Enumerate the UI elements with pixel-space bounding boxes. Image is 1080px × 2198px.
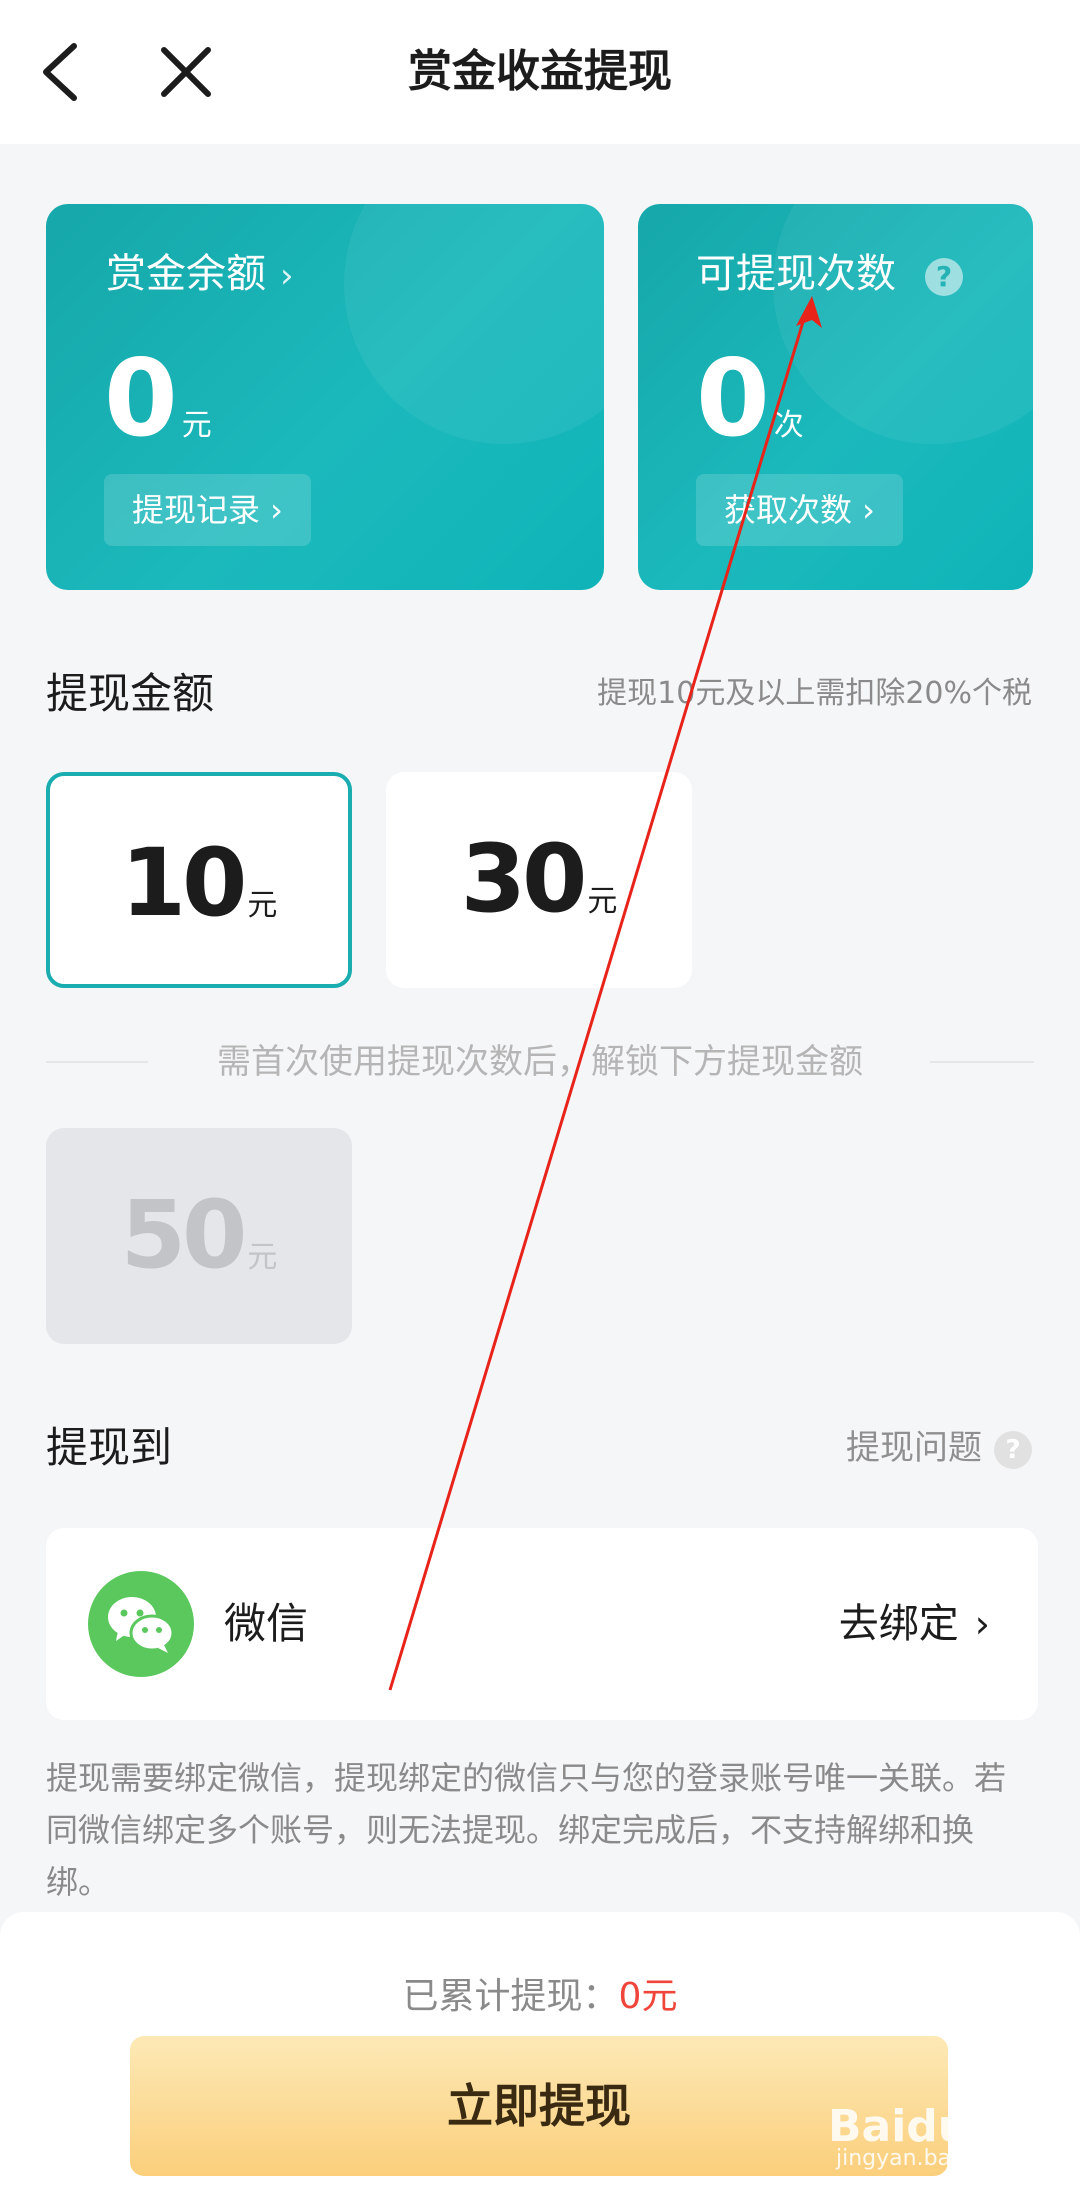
chevron-right-icon: ›	[280, 256, 294, 296]
bounty-balance-card[interactable]: 赏金余额 › 0元 提现记录 ›	[46, 204, 604, 590]
withdraw-record-button[interactable]: 提现记录 ›	[104, 474, 311, 546]
amount-value: 30 元	[460, 825, 618, 934]
bind-notice: 提现需要绑定微信，提现绑定的微信只与您的登录账号唯一关联。若同微信绑定多个账号，…	[46, 1759, 1007, 1901]
total-label: 已累计提现：	[402, 1976, 619, 2017]
balance-title: 赏金余额 ›	[106, 244, 294, 306]
times-unit: 次	[773, 408, 804, 443]
amount-option-10[interactable]: 10 元	[46, 772, 352, 988]
help-question-icon: ?	[994, 1430, 1032, 1469]
tax-note: 提现10元及以上需扣除20%个税	[597, 676, 1032, 711]
top-bar: 赏金收益提现	[0, 0, 1080, 144]
page-title: 赏金收益提现	[408, 46, 672, 97]
chevron-right-icon: ›	[974, 1602, 990, 1646]
times-value: 0次	[696, 334, 804, 491]
wechat-label: 微信	[224, 1599, 309, 1648]
baidu-watermark: Baidu经验 jingyan.baidu.com	[828, 2088, 1068, 2188]
balance-amount: 0	[104, 337, 178, 460]
divider-left	[46, 1061, 148, 1063]
withdraw-help-text: 提现问题	[846, 1428, 982, 1468]
balance-unit: 元	[181, 408, 212, 443]
withdraw-now-button[interactable]: 立即提现	[130, 2036, 948, 2176]
wechat-icon	[88, 1571, 194, 1677]
times-title: 可提现次数	[696, 251, 896, 297]
total-withdrawn: 已累计提现：0元	[0, 1972, 1080, 2022]
withdraw-times-card: 可提现次数 ? 0次 获取次数 ›	[638, 204, 1033, 590]
withdraw-help-link[interactable]: 提现问题?	[846, 1426, 1032, 1470]
watermark-url: jingyan.baidu.com	[836, 2146, 1040, 2171]
total-value: 0元	[618, 1976, 678, 2017]
amount-value: 50 元	[120, 1181, 278, 1290]
withdraw-to-title: 提现到	[46, 1423, 173, 1472]
amount-option-50-locked: 50 元	[46, 1128, 352, 1344]
unlock-note: 需首次使用提现次数后，解锁下方提现金额	[217, 1042, 863, 1082]
balance-title-text: 赏金余额	[106, 251, 266, 297]
watermark-brand: Baidu经验	[828, 2101, 1058, 2152]
amount-option-30[interactable]: 30 元	[386, 772, 692, 988]
amount-value: 10 元	[120, 829, 278, 938]
help-question-icon[interactable]: ?	[925, 258, 963, 296]
times-amount: 0	[696, 337, 770, 460]
balance-value: 0元	[104, 334, 212, 491]
divider-right	[930, 1061, 1034, 1063]
go-bind-text: 去绑定	[838, 1601, 959, 1647]
withdraw-amount-title: 提现金额	[46, 669, 215, 718]
wechat-bind-row[interactable]: 微信 去绑定 ›	[46, 1528, 1038, 1720]
go-bind-link[interactable]: 去绑定 ›	[839, 1594, 990, 1654]
get-times-button[interactable]: 获取次数 ›	[696, 474, 903, 546]
